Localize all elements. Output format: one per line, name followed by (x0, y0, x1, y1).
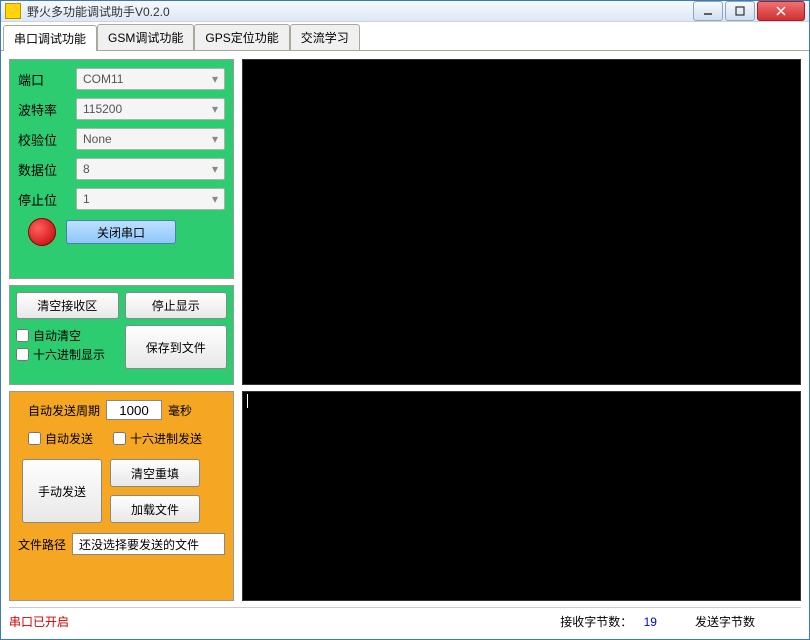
port-status-text: 串口已开启 (9, 613, 69, 630)
status-led-icon (28, 218, 56, 246)
titlebar: 野火多功能调试助手V0.2.0 (1, 1, 809, 22)
baud-value: 115200 (83, 102, 122, 116)
hex-send-label: 十六进制发送 (130, 430, 202, 447)
tx-bytes: 发送字节数 (695, 613, 771, 630)
minimize-icon (703, 6, 713, 16)
maximize-button[interactable] (725, 1, 755, 21)
app-window: 野火多功能调试助手V0.2.0 串口调试功能 GSM调试功能 GPS定位功能 交… (0, 0, 810, 640)
tab-learn[interactable]: 交流学习 (290, 24, 360, 50)
ms-label: 毫秒 (168, 402, 192, 419)
stop-display-button[interactable]: 停止显示 (125, 292, 228, 319)
auto-clear-checkbox[interactable] (16, 329, 29, 342)
baud-combo[interactable]: 115200 (76, 98, 225, 120)
hex-display-label: 十六进制显示 (33, 346, 105, 363)
clear-receive-button[interactable]: 清空接收区 (16, 292, 119, 319)
close-button[interactable] (757, 1, 805, 21)
load-file-button[interactable]: 加载文件 (110, 495, 200, 523)
auto-send-checkbox[interactable] (28, 432, 41, 445)
auto-clear-label: 自动清空 (33, 327, 81, 344)
databits-combo[interactable]: 8 (76, 158, 225, 180)
serial-config-panel: 端口 COM11 波特率 115200 校验位 None 数据位 8 停止位 1 (9, 59, 234, 279)
tab-gps[interactable]: GPS定位功能 (194, 24, 289, 50)
parity-combo[interactable]: None (76, 128, 225, 150)
filepath-display: 还没选择要发送的文件 (72, 533, 225, 555)
minimize-button[interactable] (693, 1, 723, 21)
tx-label: 发送字节数 (695, 615, 755, 629)
app-icon (5, 3, 21, 19)
port-value: COM11 (83, 72, 123, 86)
rx-label: 接收字节数： (560, 615, 632, 629)
parity-value: None (83, 132, 112, 146)
tab-serial[interactable]: 串口调试功能 (3, 25, 97, 51)
window-controls (693, 1, 805, 21)
databits-label: 数据位 (18, 160, 66, 179)
clear-fill-button[interactable]: 清空重填 (110, 459, 200, 487)
stopbits-value: 1 (83, 192, 90, 206)
filepath-value: 还没选择要发送的文件 (79, 536, 199, 553)
port-combo[interactable]: COM11 (76, 68, 225, 90)
manual-send-button[interactable]: 手动发送 (22, 459, 102, 523)
parity-label: 校验位 (18, 130, 66, 149)
status-bar: 串口已开启 接收字节数： 19 发送字节数 (9, 607, 801, 631)
window-title: 野火多功能调试助手V0.2.0 (27, 3, 693, 20)
close-port-button[interactable]: 关闭串口 (66, 220, 176, 244)
content-area: 端口 COM11 波特率 115200 校验位 None 数据位 8 停止位 1 (1, 51, 809, 639)
stopbits-combo[interactable]: 1 (76, 188, 225, 210)
baud-label: 波特率 (18, 100, 66, 119)
close-icon (776, 6, 786, 16)
receive-textarea[interactable] (242, 59, 801, 385)
send-textarea[interactable] (242, 391, 801, 601)
save-to-file-button[interactable]: 保存到文件 (125, 325, 228, 369)
hex-send-checkbox[interactable] (113, 432, 126, 445)
port-label: 端口 (18, 70, 66, 89)
maximize-icon (735, 6, 745, 16)
rx-bytes: 接收字节数： 19 (560, 613, 665, 630)
auto-period-label: 自动发送周期 (28, 402, 100, 419)
send-control-panel: 自动发送周期 毫秒 自动发送 十六进制发送 清空重填 手动发送 加载文件 (9, 391, 234, 601)
tab-gsm[interactable]: GSM调试功能 (97, 24, 194, 50)
text-cursor-icon (247, 394, 248, 408)
auto-send-label: 自动发送 (45, 430, 93, 447)
tab-strip: 串口调试功能 GSM调试功能 GPS定位功能 交流学习 (1, 22, 809, 51)
rx-count: 19 (644, 615, 657, 629)
stopbits-label: 停止位 (18, 190, 66, 209)
databits-value: 8 (83, 162, 90, 176)
auto-period-input[interactable] (106, 400, 162, 420)
receive-control-panel: 清空接收区 停止显示 自动清空 十六进制显示 保存到文件 (9, 285, 234, 385)
hex-display-checkbox[interactable] (16, 348, 29, 361)
filepath-label: 文件路径 (18, 536, 66, 553)
